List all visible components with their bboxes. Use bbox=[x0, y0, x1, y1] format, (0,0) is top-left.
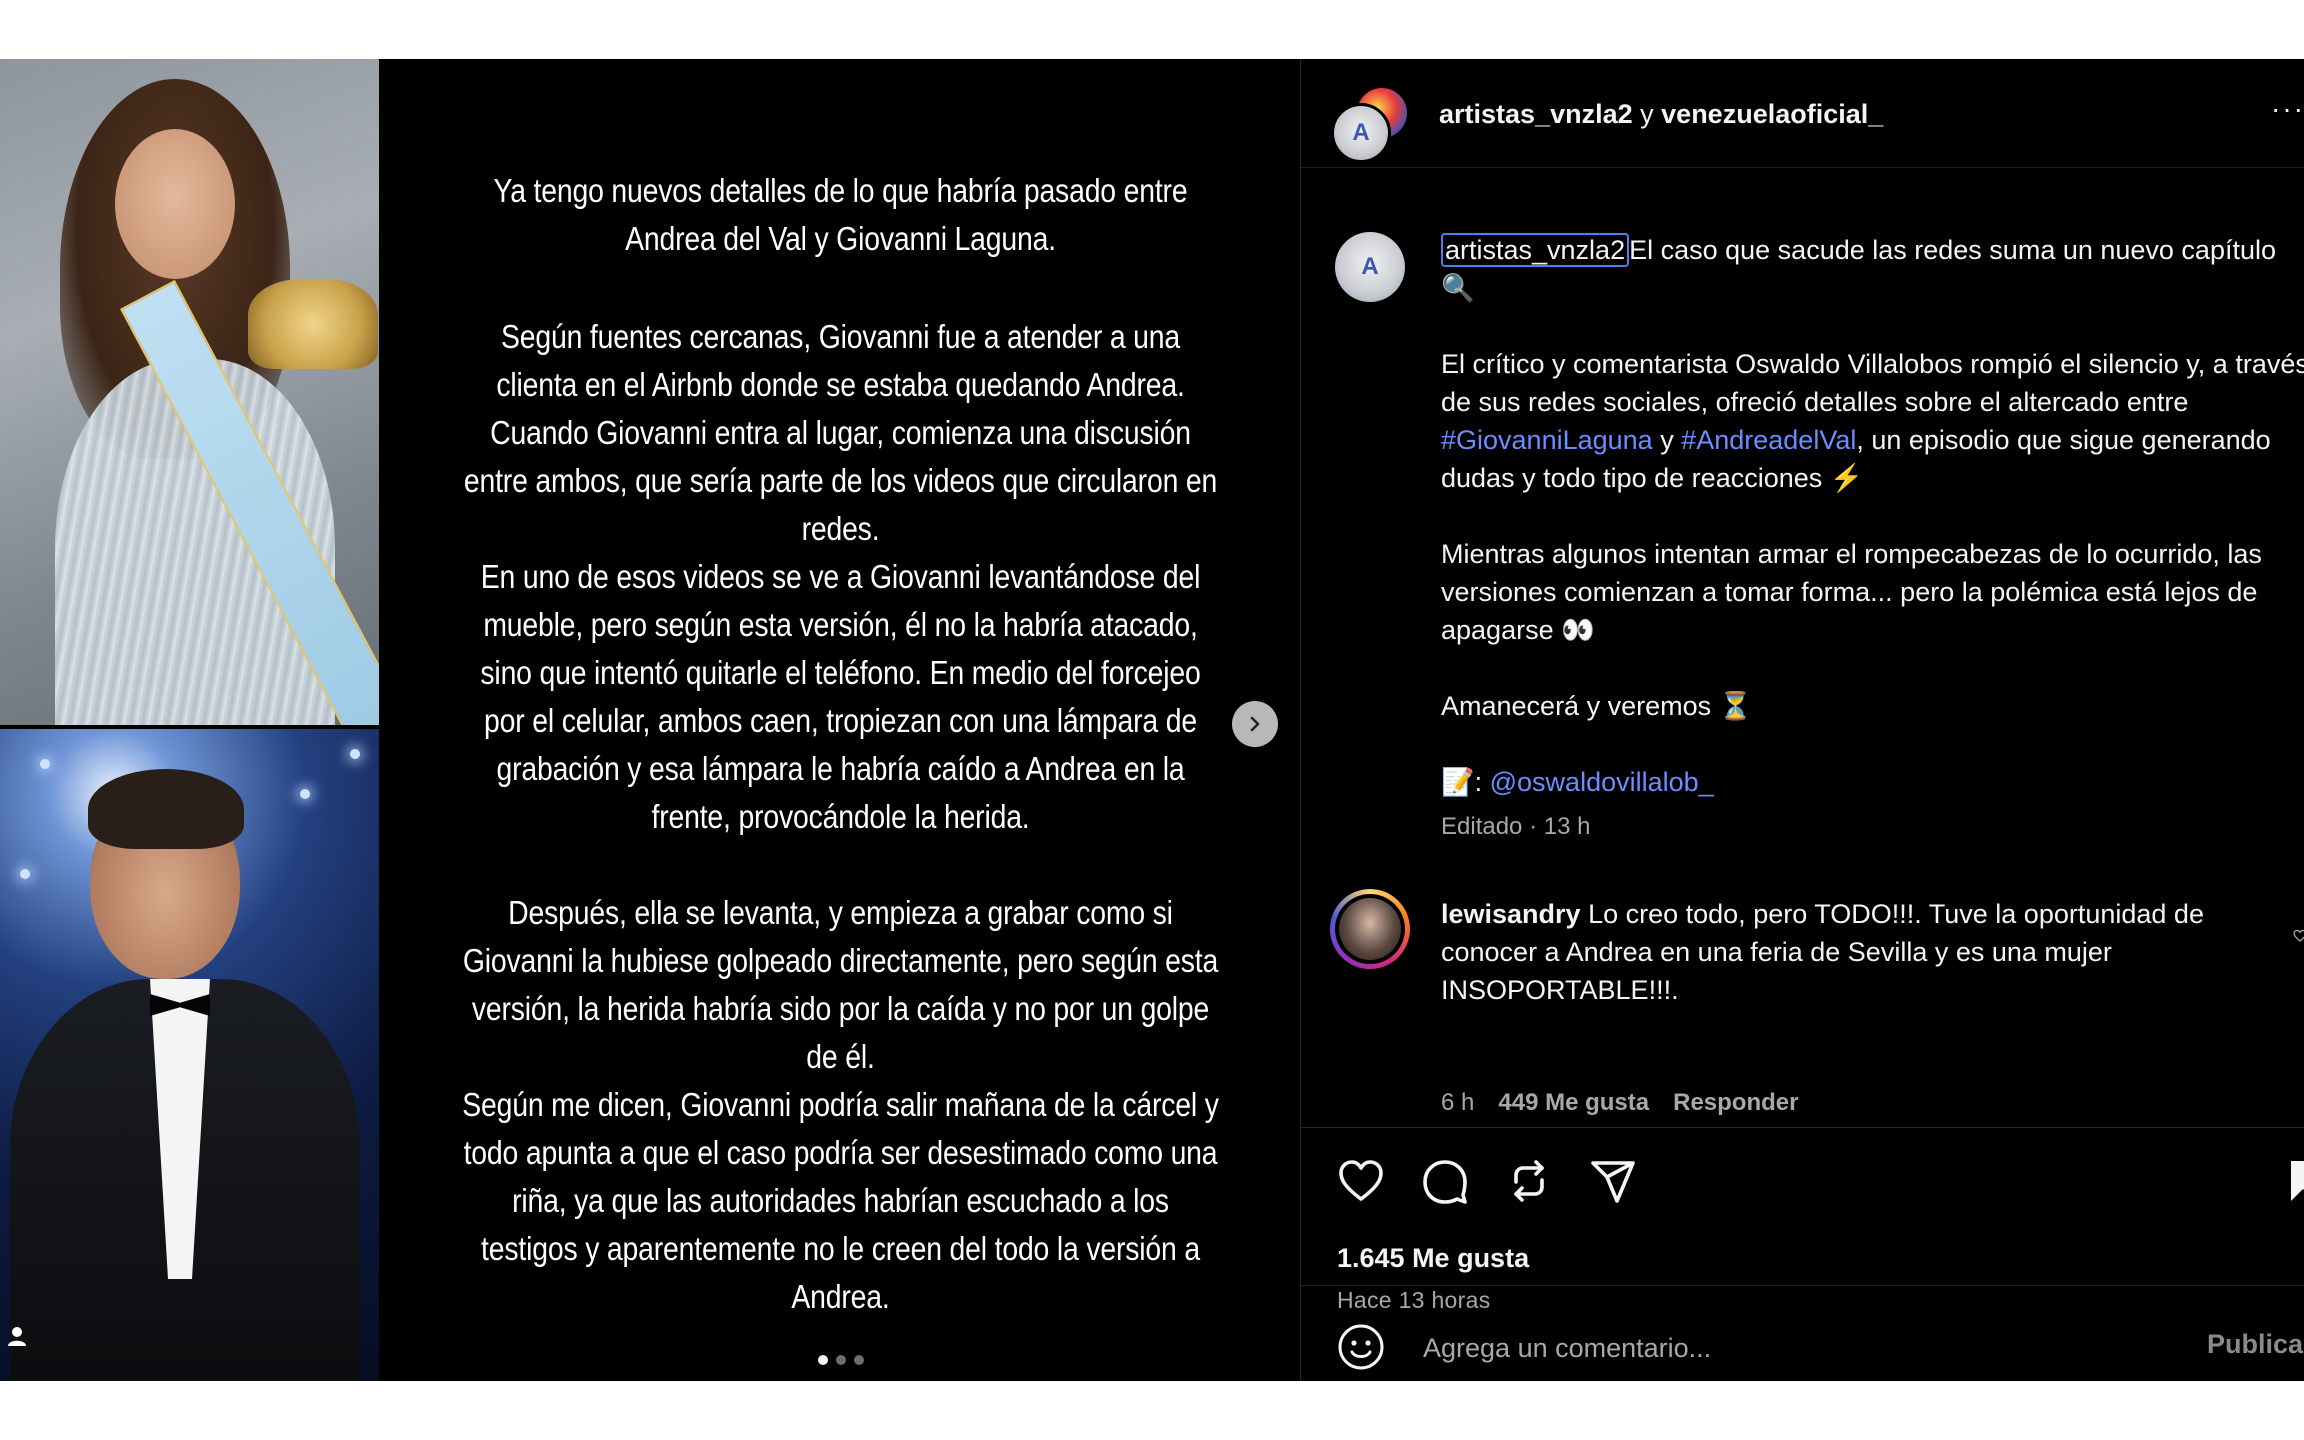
photo-hair bbox=[88, 769, 244, 849]
likes-count[interactable]: 1.645 Me gusta bbox=[1337, 1243, 1529, 1274]
author-link[interactable]: venezuelaoficial_ bbox=[1661, 99, 1883, 129]
comment-meta: 6 h 449 Me gusta Responder bbox=[1441, 1089, 1798, 1117]
photo-collage bbox=[0, 59, 381, 1381]
hashtag-link[interactable]: #GiovanniLaguna bbox=[1441, 425, 1653, 455]
carousel-dot bbox=[853, 1355, 864, 1365]
reply-button[interactable]: Responder bbox=[1673, 1089, 1798, 1117]
photo-woman-with-crown bbox=[0, 59, 379, 725]
caption-text: El crítico y comentarista Oswaldo Villal… bbox=[1441, 349, 2304, 417]
story-paragraph: Según me dicen, Giovanni podría salir ma… bbox=[462, 1086, 1219, 1315]
carousel-dot bbox=[817, 1355, 828, 1365]
stage-light bbox=[350, 749, 360, 759]
comment: lewisandry Lo creo todo, pero TODO!!!. T… bbox=[1441, 895, 2301, 1009]
chevron-right-icon bbox=[1250, 716, 1260, 732]
stage-light bbox=[40, 759, 50, 769]
comment-input[interactable] bbox=[1421, 1327, 2065, 1369]
caption-intro: artistas_vnzla2 El caso que sacude las re… bbox=[1441, 231, 2304, 307]
heart-icon[interactable] bbox=[1335, 1155, 1387, 1207]
avatar[interactable]: A bbox=[1335, 232, 1405, 302]
caption-paragraph: El crítico y comentarista Oswaldo Villal… bbox=[1441, 345, 2304, 497]
stage-light bbox=[300, 789, 310, 799]
caption-username[interactable]: artistas_vnzla2 bbox=[1441, 233, 1630, 267]
publish-button[interactable]: Publicar bbox=[2207, 1329, 2304, 1360]
caption-paragraph: Amanecerá y veremos ⏳ bbox=[1441, 691, 1753, 721]
emoji-icon[interactable] bbox=[1337, 1323, 1385, 1371]
story-paragraph: En uno de esos videos se ve a Giovanni l… bbox=[480, 558, 1201, 835]
carousel-indicator bbox=[381, 1355, 1300, 1365]
avatar[interactable] bbox=[1330, 889, 1410, 969]
repost-icon[interactable] bbox=[1503, 1155, 1555, 1207]
comment-bubble-icon[interactable] bbox=[1419, 1155, 1471, 1207]
avatar-photo bbox=[1339, 898, 1401, 960]
photo-man-in-tuxedo bbox=[0, 729, 379, 1381]
bookmark-icon[interactable] bbox=[2276, 1155, 2304, 1207]
avatar-logo-icon: A bbox=[1352, 119, 1370, 146]
post-header: A artistas_vnzla2 y venezuelaoficial_ ··… bbox=[1301, 59, 2304, 168]
hashtag-link[interactable]: #AndreadelVal bbox=[1681, 425, 1856, 455]
story-paragraph: Después, ella se levanta, y empieza a gr… bbox=[462, 894, 1219, 1075]
user-tag-icon[interactable] bbox=[6, 1325, 28, 1347]
photo-face bbox=[115, 129, 235, 279]
story-paragraph: Ya tengo nuevos detalles de lo que habrí… bbox=[493, 172, 1188, 257]
post-details-panel: A artistas_vnzla2 y venezuelaoficial_ ··… bbox=[1300, 59, 2304, 1381]
divider bbox=[1301, 1127, 2304, 1128]
next-slide-button[interactable] bbox=[1232, 701, 1278, 747]
comment-time: 6 h bbox=[1441, 1089, 1475, 1116]
comment-likes[interactable]: 449 Me gusta bbox=[1498, 1089, 1649, 1117]
share-plane-icon[interactable] bbox=[1587, 1155, 1639, 1207]
post-viewer: Ya tengo nuevos detalles de lo que habrí… bbox=[0, 59, 2304, 1381]
caption-timestamp: Editado · 13 h bbox=[1441, 813, 1591, 840]
post-authors: artistas_vnzla2 y venezuelaoficial_ bbox=[1439, 99, 1883, 130]
mention-link[interactable]: @oswaldovillalob_ bbox=[1490, 767, 1714, 797]
story-paragraph: Según fuentes cercanas, Giovanni fue a a… bbox=[463, 318, 1218, 547]
avatar-logo-icon: A bbox=[1361, 253, 1379, 280]
comment-heart-icon[interactable] bbox=[2293, 929, 2304, 943]
carousel-dot bbox=[835, 1355, 846, 1365]
more-options-icon[interactable]: ··· bbox=[2271, 95, 2304, 129]
stage-light bbox=[20, 869, 30, 879]
avatar[interactable]: A bbox=[1331, 103, 1391, 163]
author-link[interactable]: artistas_vnzla2 bbox=[1439, 99, 1633, 129]
caption-text: y bbox=[1652, 425, 1682, 455]
crown-icon bbox=[248, 279, 378, 369]
author-connector: y bbox=[1640, 99, 1654, 129]
caption-paragraph: Mientras algunos intentan armar el rompe… bbox=[1441, 539, 2262, 645]
post-caption: artistas_vnzla2 El caso que sacude las re… bbox=[1441, 231, 2304, 839]
avatar-ring bbox=[1335, 894, 1405, 964]
comment-username[interactable]: lewisandry bbox=[1441, 899, 1581, 929]
caption-credit: 📝: @oswaldovillalob_ bbox=[1441, 763, 2304, 801]
story-text-panel: Ya tengo nuevos detalles de lo que habrí… bbox=[381, 59, 1300, 1381]
caption-text: 📝: bbox=[1441, 767, 1490, 797]
